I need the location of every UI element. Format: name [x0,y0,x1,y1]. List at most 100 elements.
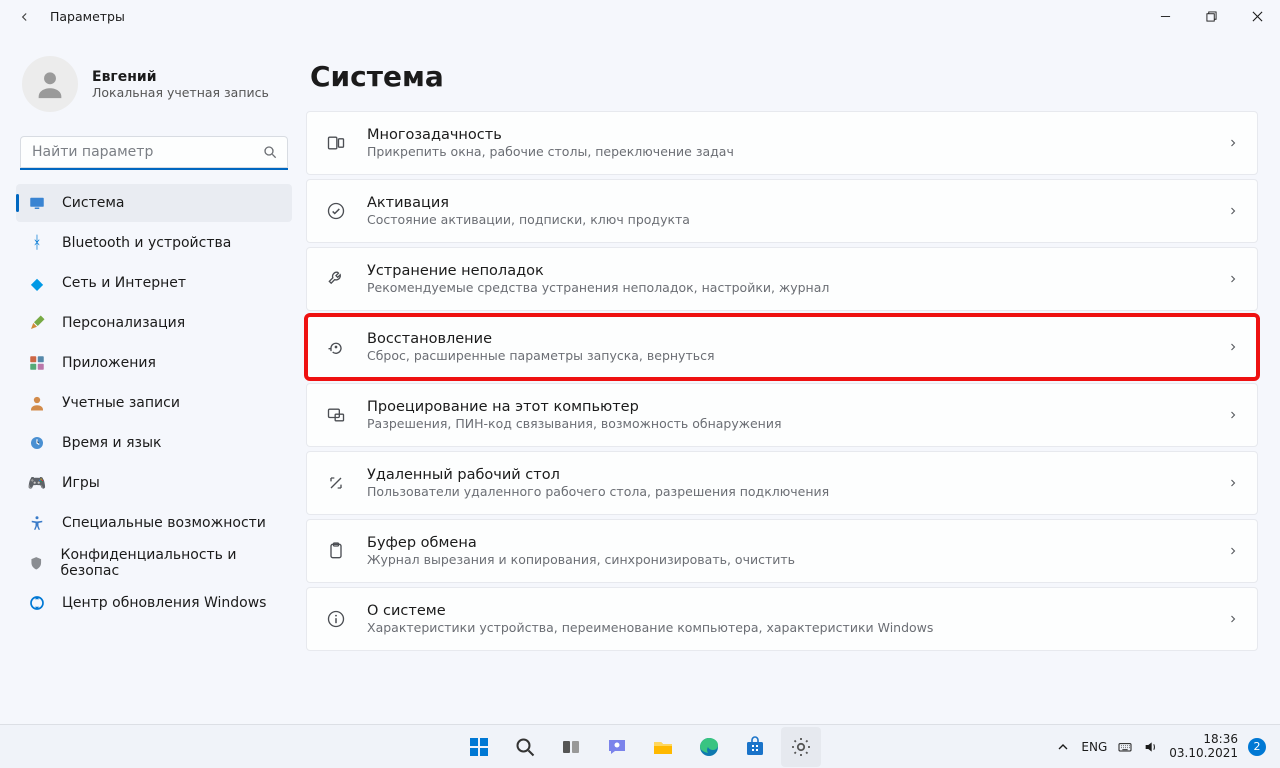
page-title: Система [310,60,1258,93]
nav-item-accessibility[interactable]: Специальные возможности [16,504,292,542]
settings-taskbar-icon[interactable] [781,727,821,767]
titlebar: Параметры [0,0,1280,32]
chevron-right-icon [1227,202,1239,221]
chevron-right-icon [1227,610,1239,629]
avatar [22,56,78,112]
nav-item-update[interactable]: Центр обновления Windows [16,584,292,622]
card-subtitle: Пользователи удаленного рабочего стола, … [367,484,1207,499]
notifications-badge[interactable]: 2 [1248,738,1266,756]
nav-item-privacy[interactable]: Конфиденциальность и безопас [16,544,292,582]
search-box[interactable] [20,136,288,170]
update-icon [28,594,46,612]
search-icon [262,144,278,164]
nav-item-accounts[interactable]: Учетные записи [16,384,292,422]
card-title: Многозадачность [367,127,1207,143]
window-minimize[interactable] [1142,0,1188,32]
tray-date: 03.10.2021 [1169,747,1238,761]
chat-icon[interactable] [597,727,637,767]
accessibility-icon [28,514,46,532]
nav: Система ᚼ Bluetooth и устройства ◆Сеть и Ин… [16,184,292,622]
nav-label: Система [62,195,124,211]
user-card[interactable]: Евгений Локальная учетная запись [16,56,292,130]
card-title: Буфер обмена [367,535,1207,551]
card-title: О системе [367,603,1207,619]
info-icon [325,608,347,630]
chevron-right-icon [1227,474,1239,493]
clipboard-icon [325,540,347,562]
file-explorer-icon[interactable] [643,727,683,767]
card-subtitle: Характеристики устройства, переименовани… [367,620,1207,635]
setting-card[interactable]: Устранение неполадокРекомендуемые средст… [306,247,1258,311]
card-subtitle: Сброс, расширенные параметры запуска, ве… [367,348,1207,363]
nav-label: Bluetooth и устройства [62,235,231,251]
apps-icon [28,354,46,372]
card-subtitle: Журнал вырезания и копирования, синхрони… [367,552,1207,567]
card-title: Проецирование на этот компьютер [367,399,1207,415]
setting-card[interactable]: Удаленный рабочий столПользователи удале… [306,451,1258,515]
user-name: Евгений [92,69,269,85]
nav-label: Специальные возможности [62,515,266,531]
recovery-icon [325,336,347,358]
nav-item-games[interactable]: 🎮Игры [16,464,292,502]
app-title: Параметры [50,9,125,24]
main-panel: Система МногозадачностьПрикрепить окна, … [300,32,1280,724]
tray-language[interactable]: ENG [1081,740,1107,754]
chevron-right-icon [1227,134,1239,153]
system-tray: ENG 18:36 03.10.2021 2 [1055,733,1280,761]
card-subtitle: Состояние активации, подписки, ключ прод… [367,212,1207,227]
nav-label: Центр обновления Windows [62,595,266,611]
edge-icon[interactable] [689,727,729,767]
privacy-icon [28,554,45,572]
window-close[interactable] [1234,0,1280,32]
display-icon [28,194,46,212]
accounts-icon [28,394,46,412]
tray-volume-icon[interactable] [1143,739,1159,755]
remote-icon [325,472,347,494]
card-subtitle: Рекомендуемые средства устранения непола… [367,280,1207,295]
setting-card[interactable]: Проецирование на этот компьютерРазрешени… [306,383,1258,447]
task-view[interactable] [551,727,591,767]
check-icon [325,200,347,222]
back-button[interactable] [18,9,32,23]
games-icon: 🎮 [28,474,46,492]
card-title: Устранение неполадок [367,263,1207,279]
project-icon [325,404,347,426]
wrench-icon [325,268,347,290]
setting-card[interactable]: МногозадачностьПрикрепить окна, рабочие … [306,111,1258,175]
nav-item-brush[interactable]: Персонализация [16,304,292,342]
taskbar-search[interactable] [505,727,545,767]
card-title: Удаленный рабочий стол [367,467,1207,483]
nav-label: Время и язык [62,435,161,451]
sidebar: Евгений Локальная учетная запись Система… [0,32,300,724]
nav-item-time[interactable]: Время и язык [16,424,292,462]
card-title: Восстановление [367,331,1207,347]
chevron-right-icon [1227,406,1239,425]
nav-item-apps[interactable]: Приложения [16,344,292,382]
user-subtitle: Локальная учетная запись [92,85,269,100]
store-icon[interactable] [735,727,775,767]
tray-input-icon[interactable] [1117,739,1133,755]
setting-card[interactable]: АктивацияСостояние активации, подписки, … [306,179,1258,243]
nav-label: Учетные записи [62,395,180,411]
start-button[interactable] [459,727,499,767]
nav-item-wifi[interactable]: ◆Сеть и Интернет [16,264,292,302]
nav-item-display[interactable]: Система [16,184,292,222]
tray-time: 18:36 [1169,733,1238,747]
multitask-icon [325,132,347,154]
nav-label: Сеть и Интернет [62,275,186,291]
brush-icon [28,314,46,332]
setting-card[interactable]: Буфер обменаЖурнал вырезания и копирован… [306,519,1258,583]
setting-card[interactable]: О системеХарактеристики устройства, пере… [306,587,1258,651]
bluetooth-icon: ᚼ [28,234,46,252]
window-restore[interactable] [1188,0,1234,32]
setting-card[interactable]: ВосстановлениеСброс, расширенные парамет… [306,315,1258,379]
time-icon [28,434,46,452]
search-input[interactable] [20,136,288,170]
nav-item-bluetooth[interactable]: ᚼ Bluetooth и устройства [16,224,292,262]
chevron-right-icon [1227,270,1239,289]
tray-overflow-icon[interactable] [1055,739,1071,755]
nav-label: Приложения [62,355,156,371]
tray-clock[interactable]: 18:36 03.10.2021 [1169,733,1238,761]
taskbar: ENG 18:36 03.10.2021 2 [0,724,1280,768]
nav-label: Персонализация [62,315,185,331]
